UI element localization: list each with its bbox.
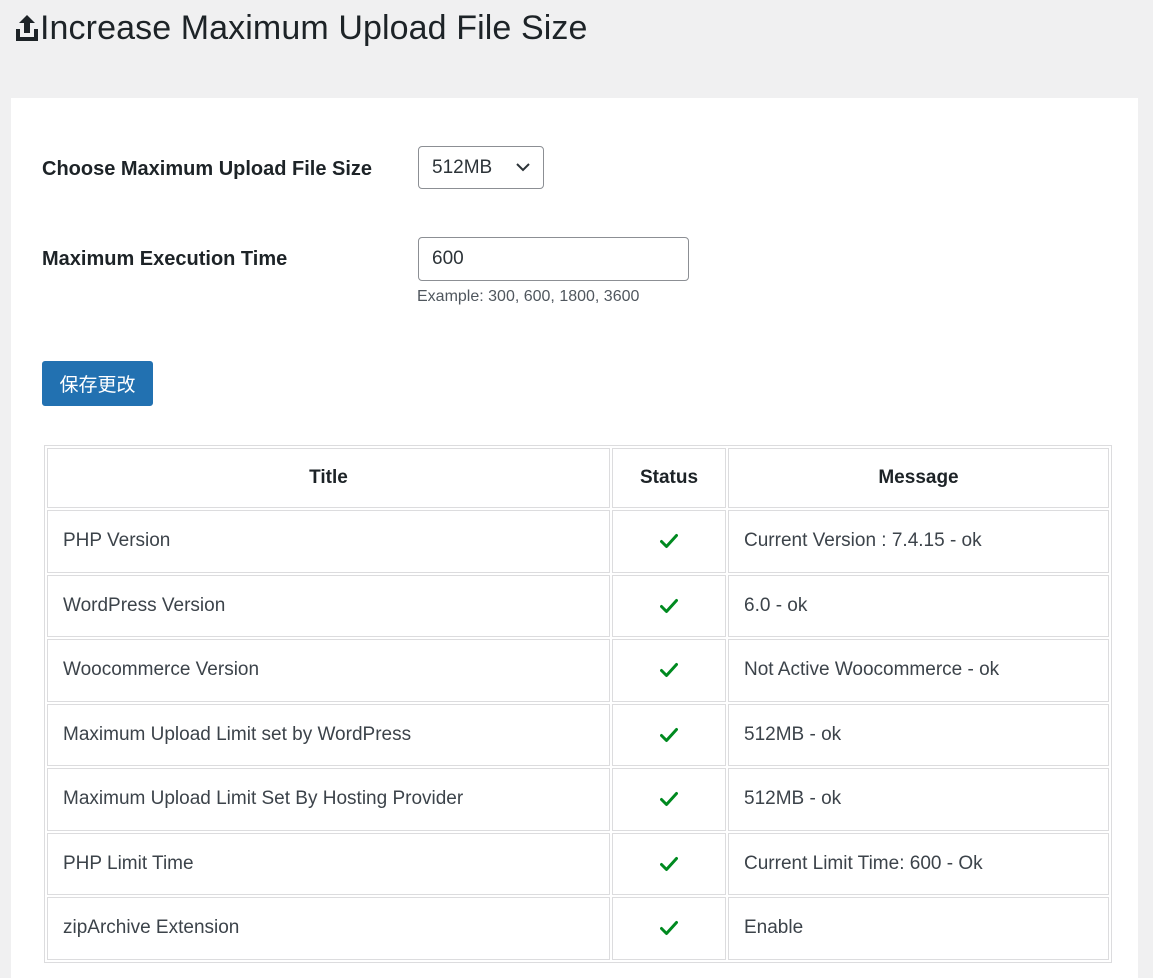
table-row: PHP Version Current Version : 7.4.15 - ok: [47, 510, 1109, 573]
row-status: [612, 574, 726, 637]
row-status: [612, 897, 726, 960]
column-header-status: Status: [612, 448, 726, 508]
table-row: Maximum Upload Limit Set By Hosting Prov…: [47, 768, 1109, 831]
row-title: WordPress Version: [47, 574, 610, 637]
check-icon: [660, 921, 678, 936]
table-body: PHP Version Current Version : 7.4.15 - ok…: [47, 510, 1109, 960]
table-row: WordPress Version 6.0 - ok: [47, 574, 1109, 637]
column-header-message: Message: [728, 448, 1109, 508]
table-row: Woocommerce Version Not Active Woocommerc…: [47, 639, 1109, 702]
row-status: [612, 510, 726, 573]
page-title: Increase Maximum Upload File Size: [40, 8, 588, 47]
row-status: [612, 639, 726, 702]
row-message: Not Active Woocommerce - ok: [728, 639, 1109, 702]
row-title: zipArchive Extension: [47, 897, 610, 960]
chevron-down-icon: [516, 163, 530, 172]
check-icon: [660, 856, 678, 871]
row-title: PHP Limit Time: [47, 832, 610, 895]
row-message: 512MB - ok: [728, 768, 1109, 831]
row-message: 512MB - ok: [728, 703, 1109, 766]
execution-time-row: Maximum Execution Time: [42, 248, 287, 271]
settings-panel: Choose Maximum Upload File Size 512MB Ma…: [11, 98, 1138, 978]
table-row: Maximum Upload Limit set by WordPress 512…: [47, 703, 1109, 766]
page-header: Increase Maximum Upload File Size: [15, 8, 588, 48]
table-row: zipArchive Extension Enable: [47, 897, 1109, 960]
upload-size-select[interactable]: 512MB: [418, 146, 544, 189]
execution-time-input[interactable]: [418, 237, 689, 281]
upload-icon: [16, 15, 38, 41]
row-title: PHP Version: [47, 510, 610, 573]
row-status: [612, 832, 726, 895]
upload-size-label: Choose Maximum Upload File Size: [42, 158, 373, 180]
row-status: [612, 703, 726, 766]
check-icon: [660, 534, 678, 549]
save-button[interactable]: 保存更改: [42, 361, 153, 406]
check-icon: [660, 792, 678, 807]
check-icon: [660, 727, 678, 742]
execution-time-label: Maximum Execution Time: [42, 248, 288, 270]
column-header-title: Title: [47, 448, 610, 508]
row-title: Maximum Upload Limit Set By Hosting Prov…: [47, 768, 610, 831]
row-message: Enable: [728, 897, 1109, 960]
execution-time-hint: Example: 300, 600, 1800, 3600: [417, 288, 640, 305]
row-message: 6.0 - ok: [728, 574, 1109, 637]
table-header-row: Title Status Message: [47, 448, 1109, 508]
row-title: Maximum Upload Limit set by WordPress: [47, 703, 610, 766]
table-row: PHP Limit Time Current Limit Time: 600 - …: [47, 832, 1109, 895]
status-table: Title Status Message PHP Version Current …: [44, 445, 1112, 963]
row-message: Current Version : 7.4.15 - ok: [728, 510, 1109, 573]
upload-size-row: Choose Maximum Upload File Size: [42, 158, 372, 181]
row-status: [612, 768, 726, 831]
check-icon: [660, 663, 678, 678]
row-message: Current Limit Time: 600 - Ok: [728, 832, 1109, 895]
row-title: Woocommerce Version: [47, 639, 610, 702]
upload-size-value: 512MB: [432, 156, 493, 178]
check-icon: [660, 598, 678, 613]
